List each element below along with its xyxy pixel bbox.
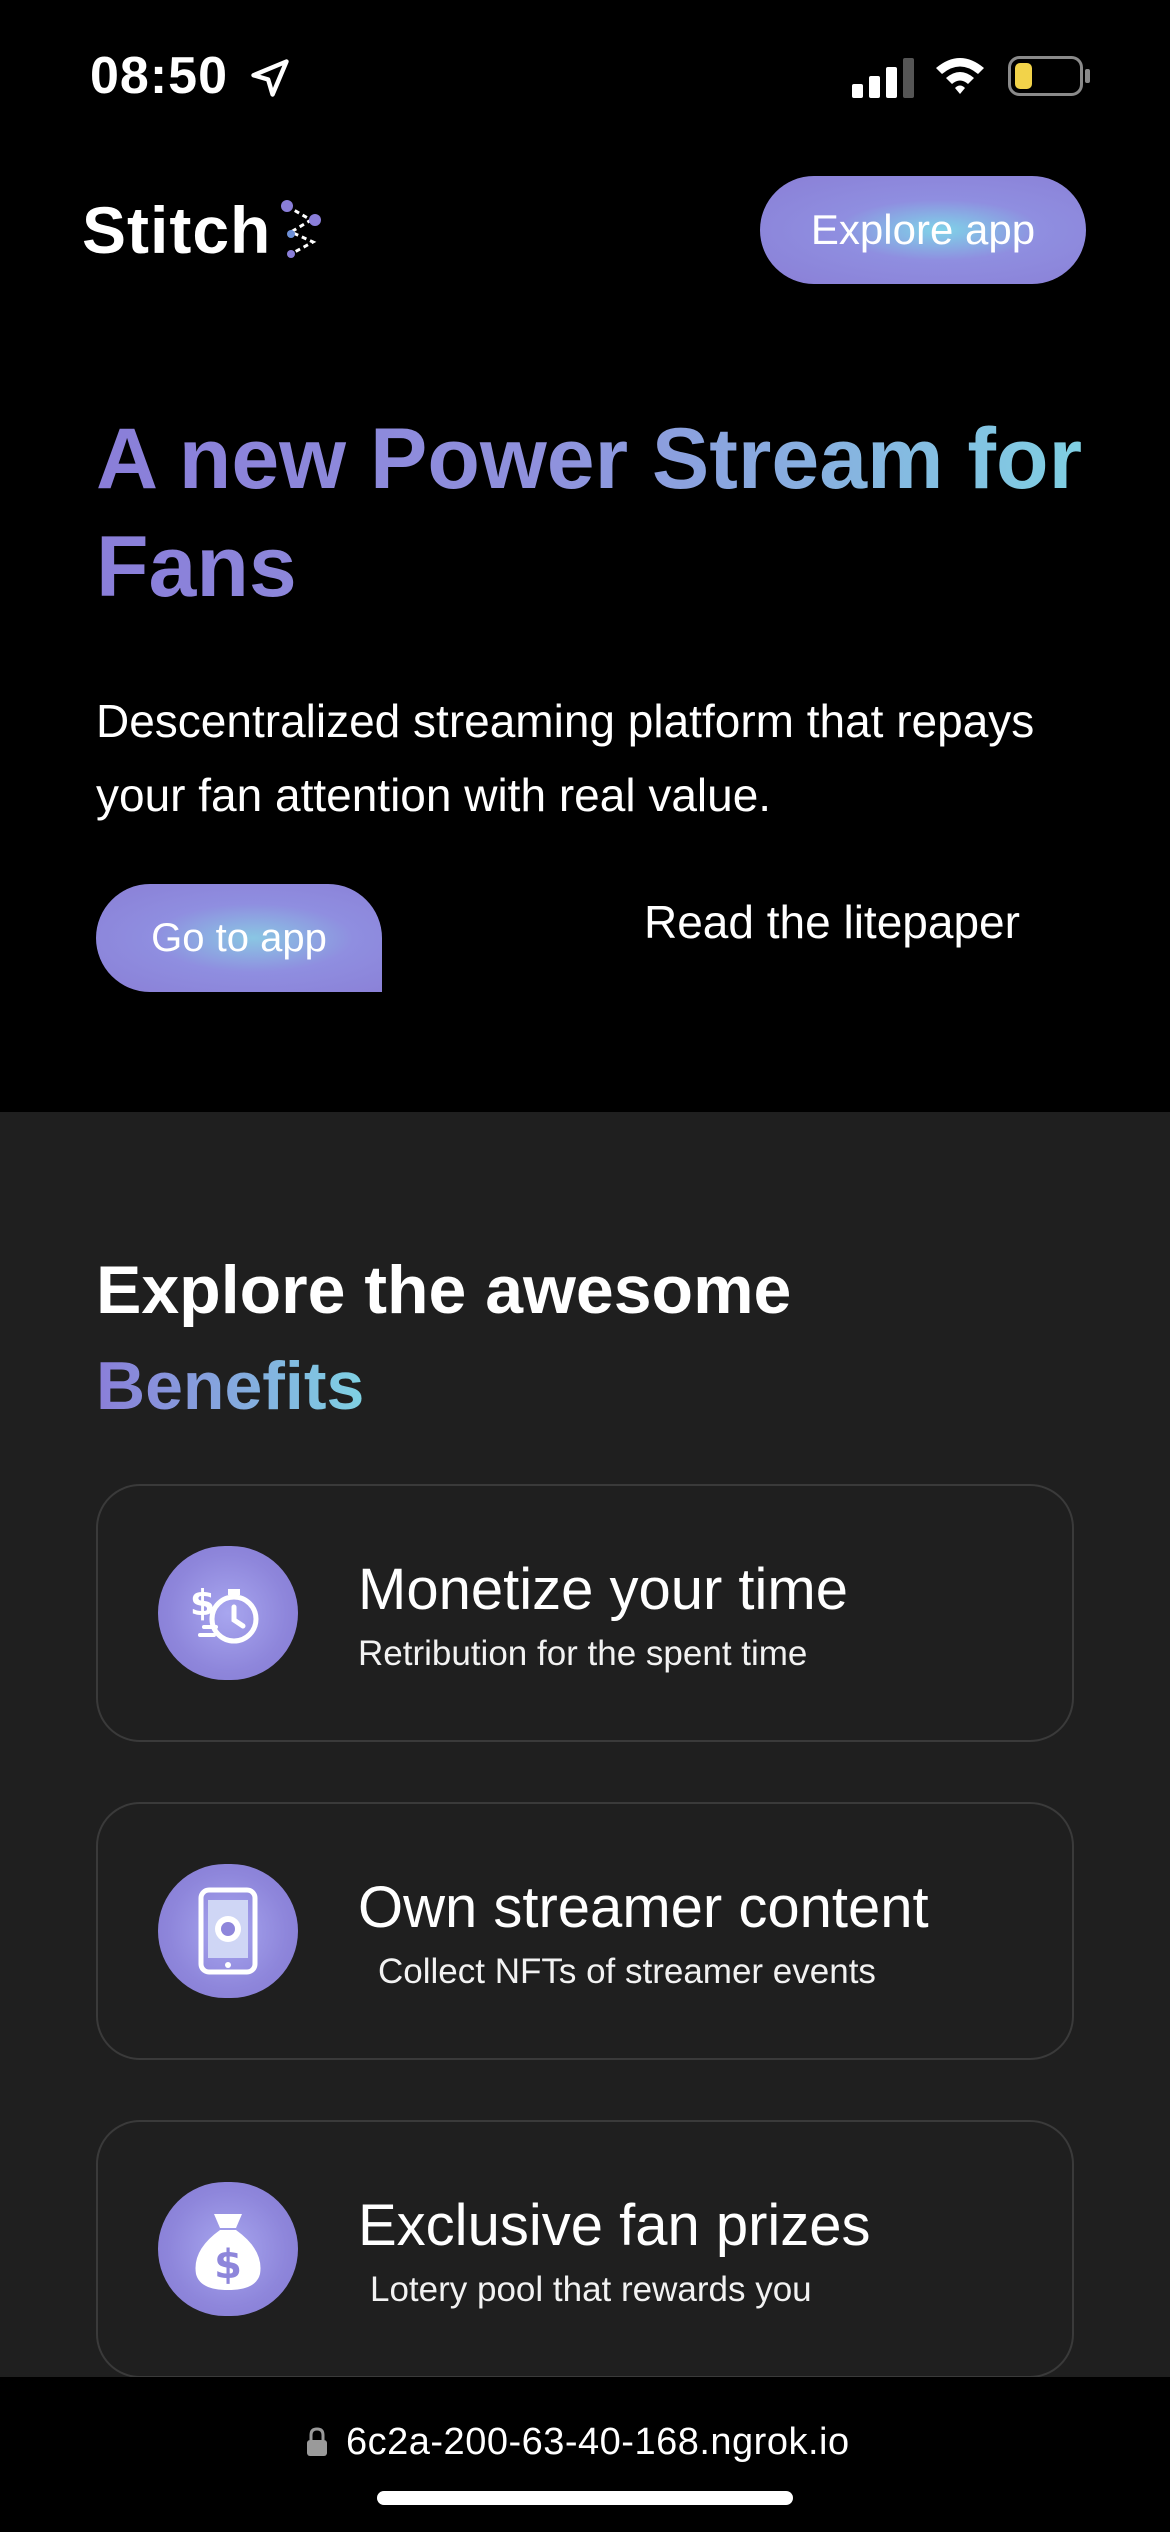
money-clock-icon: $ (158, 1546, 298, 1680)
money-bag-icon: $ (158, 2182, 298, 2316)
benefits-title: Explore the awesome Benefits (96, 1242, 791, 1434)
benefit-subtitle: Collect NFTs of streamer events (378, 1952, 876, 1991)
location-arrow-icon (251, 59, 289, 97)
benefits-title-line1: Explore the awesome (96, 1252, 792, 1328)
logo-mark-icon (281, 200, 322, 258)
hero-subtitle: Descentralized streaming platform that r… (96, 695, 1035, 821)
benefit-subtitle: Retribution for the spent time (358, 1634, 808, 1673)
logo-text: Stitch (82, 193, 272, 267)
cellular-signal-icon (852, 58, 914, 98)
benefit-card-fan-prizes[interactable]: $ Exclusive fan prizes Lotery pool that … (96, 2120, 1074, 2378)
benefit-card-own-content[interactable]: Own streamer content Collect NFTs of str… (96, 1802, 1074, 2060)
explore-app-button[interactable]: Explore app (760, 176, 1086, 284)
benefit-card-monetize[interactable]: $ Monetize your time Retribution for the… (96, 1484, 1074, 1742)
svg-text:$: $ (214, 2242, 242, 2288)
benefit-title: Monetize your time (358, 1557, 848, 1622)
home-indicator[interactable] (377, 2491, 793, 2505)
hero-title: A new Power Stream for Fans (96, 405, 1096, 621)
read-litepaper-link[interactable]: Read the litepaper (644, 895, 1020, 949)
stitch-logo[interactable]: Stitch (82, 193, 329, 267)
page: 08:50 Stitch Explore app A new Power Str… (0, 0, 1170, 2532)
benefit-title: Own streamer content (358, 1875, 929, 1940)
battery-icon (1008, 56, 1090, 96)
wifi-icon (936, 58, 984, 94)
lock-icon (307, 2427, 327, 2456)
browser-url-bar[interactable]: 6c2a-200-63-40-168.ngrok.io (0, 2377, 1170, 2532)
phone-record-icon (158, 1864, 298, 1998)
status-bar: 08:50 (0, 0, 1170, 150)
benefits-title-accent: Benefits (96, 1348, 365, 1424)
go-to-app-button[interactable]: Go to app (96, 884, 382, 992)
status-time: 08:50 (90, 47, 228, 105)
benefit-title: Exclusive fan prizes (358, 2193, 871, 2258)
benefit-subtitle: Lotery pool that rewards you (370, 2270, 812, 2309)
benefits-section: Explore the awesome Benefits $ Monetize … (0, 1112, 1170, 2378)
url-text[interactable]: 6c2a-200-63-40-168.ngrok.io (346, 2421, 850, 2464)
